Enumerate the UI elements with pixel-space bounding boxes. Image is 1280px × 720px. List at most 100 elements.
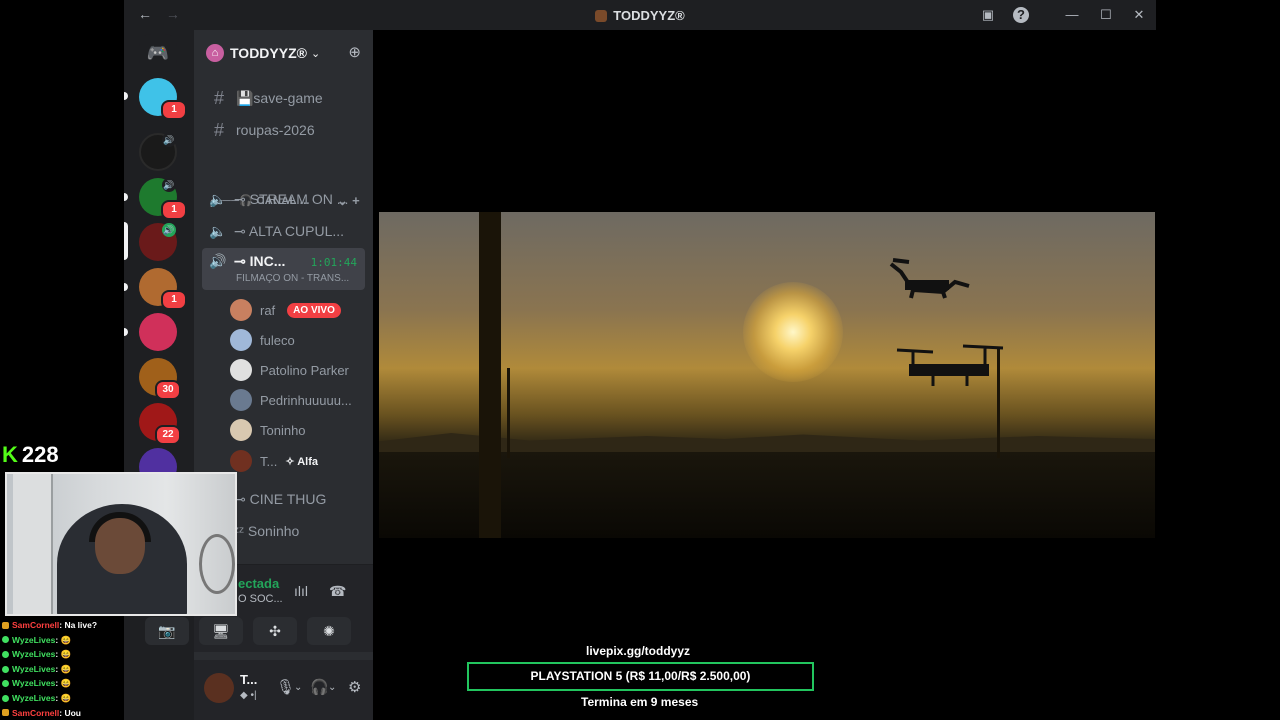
channel-label: 💾save-game (236, 89, 323, 106)
discord-logo-icon[interactable]: 🎮 (139, 34, 177, 72)
channel-label: ⊸ ALTA CUPUL... (234, 222, 345, 239)
chevron-down-icon[interactable]: ⌄ (294, 682, 302, 693)
chat-user: WyzeLives (12, 663, 56, 674)
voice-user[interactable]: Toninho (230, 417, 365, 443)
unread-pill (124, 92, 128, 100)
share-screen-icon[interactable]: 🖥 (199, 617, 243, 645)
voice-user[interactable]: raf AO VIVO (230, 297, 365, 323)
server-icon (595, 10, 608, 22)
voice-user[interactable]: T... ✧ Alfa (230, 448, 365, 474)
channel-label: ᶻᶻ Soninho (234, 523, 300, 539)
chat-message: WyzeLives: 😄 (2, 647, 122, 662)
camera-off-icon[interactable]: 📷 (145, 617, 189, 645)
chat-message: WyzeLives: 😄 (2, 676, 122, 691)
chevron-down-icon[interactable]: ⌄ (328, 682, 336, 693)
speaker-icon: 🔊 (162, 178, 176, 192)
close-button[interactable]: ✕ (1130, 6, 1148, 24)
guild-name: TODDYYZ® (230, 45, 307, 61)
text-channel[interactable]: # 💾save-game (202, 83, 365, 113)
text-channel[interactable]: # roupas-2026 (202, 115, 365, 145)
chat-message: WyzeLives: 😄 (2, 633, 122, 648)
disconnect-icon[interactable]: ☎ (329, 583, 346, 600)
voice-channel[interactable]: 🔈 ⊸ STREAM ON ... (202, 184, 365, 214)
badge-icon (2, 694, 9, 702)
voice-user[interactable]: Patolino Parker (230, 357, 365, 383)
user-name: Toninho (260, 422, 306, 438)
app-root: ← → TODDYYZ® ▣ ? — ☐ ✕ 🎮 1 🔊 🔊 1 🔊 1 30 … (0, 0, 1280, 720)
viewer-count-value: 228 (21, 442, 59, 467)
selected-pill (124, 222, 128, 260)
window-title-text: TODDYYZ® (613, 8, 685, 23)
channel-label: roupas-2026 (236, 122, 315, 138)
livepix-url: livepix.gg/toddyyz (586, 644, 691, 658)
chat-text: : 😄 (55, 634, 72, 645)
chat-user: SamCornell (12, 620, 60, 630)
avatar (230, 329, 252, 351)
voice-user[interactable]: Pedrinhuuuuu... (230, 387, 365, 413)
chat-text: : 😄 (55, 678, 72, 689)
headphones-icon[interactable]: 🎧 (310, 678, 329, 696)
server-badge: 1 (161, 290, 187, 310)
voice-user[interactable]: fuleco (230, 327, 365, 353)
voice-timer: 1:01:44 (310, 256, 357, 269)
help-icon[interactable]: ? (1013, 7, 1029, 23)
user-name: Pedrinhuuuuu... (260, 392, 352, 408)
chat-user: WyzeLives (12, 678, 56, 689)
channel-label: ⊸ STREAM ON ... (234, 190, 349, 207)
voice-channel[interactable]: 🔈 ⊸ ALTA CUPUL... (202, 216, 365, 246)
voice-channel-icon: 🔈 (209, 190, 227, 207)
server-badge: 1 (161, 100, 187, 120)
soundboard-icon[interactable]: ✺ (307, 617, 351, 645)
speaker-icon: 🔊 (162, 223, 176, 237)
stream-view: livepix.gg/toddyyz PLAYSTATION 5 (R$ 11,… (373, 30, 1155, 720)
voice-status: ectada (238, 576, 280, 591)
voice-status-sub[interactable]: O SOC... (238, 593, 283, 605)
chat-message: SamCornell: Na live? (2, 618, 122, 633)
guild-header[interactable]: ⌂ TODDYYZ® ⌄ ⊕ (194, 30, 373, 76)
background-door (13, 474, 53, 614)
viewer-count: K 228 (2, 442, 59, 468)
frame-edge (373, 212, 379, 538)
microphone-icon[interactable]: 🎙 (276, 678, 295, 696)
light-pole (507, 368, 510, 458)
channel-label: ⊸ CINE THUG (234, 490, 327, 507)
chat-overlay: SamCornell: Na live? WyzeLives: 😄 WyzeLi… (2, 618, 122, 720)
background-fan (199, 534, 235, 594)
chat-text: : 😄 (55, 649, 72, 660)
avatar (230, 299, 252, 321)
goal-deadline: Termina em 9 meses (581, 695, 699, 709)
invite-icon[interactable]: ⊕ (348, 43, 361, 61)
chat-text: : Uou (59, 707, 81, 718)
channel-label: ⊸ INC... (234, 253, 286, 269)
pillar (479, 212, 501, 538)
chat-text: : Na live? (59, 620, 98, 630)
server-badge: 22 (155, 425, 181, 445)
stream-video[interactable] (373, 212, 1155, 538)
avatar[interactable] (204, 673, 234, 703)
guild-boost-icon: ⌂ (206, 44, 224, 62)
user-panel: T... ◆ •| 🎙 ⌄ 🎧 ⌄ ⚙ (194, 660, 373, 720)
activities-icon[interactable]: ✣ (253, 617, 297, 645)
gear-icon[interactable]: ⚙ (348, 678, 361, 696)
user-name: T... (240, 672, 258, 687)
window-title: TODDYYZ® (124, 8, 1156, 23)
inbox-icon[interactable]: ▣ (979, 6, 997, 24)
voice-channel-active[interactable]: 🔊 ⊸ INC... 1:01:44 FILMAÇO ON - TRANS... (202, 248, 365, 290)
live-badge: AO VIVO (287, 302, 341, 318)
aircraft-silhouette (896, 344, 1004, 386)
waveform-icon[interactable]: ılıl (294, 583, 308, 599)
minimize-button[interactable]: — (1063, 6, 1081, 24)
webcam-overlay (5, 472, 237, 616)
badge-icon (2, 621, 9, 629)
user-name: fuleco (260, 332, 295, 348)
server-badge: 1 (161, 200, 187, 220)
unread-pill (124, 283, 128, 291)
badge-icon (2, 680, 9, 688)
speaker-icon: 🔊 (162, 133, 176, 147)
server-icon-6[interactable] (139, 313, 177, 351)
maximize-button[interactable]: ☐ (1097, 6, 1115, 24)
hash-icon: # (213, 87, 224, 108)
avatar (230, 359, 252, 381)
user-status: ◆ •| (240, 690, 257, 701)
user-name: T... (260, 453, 278, 469)
